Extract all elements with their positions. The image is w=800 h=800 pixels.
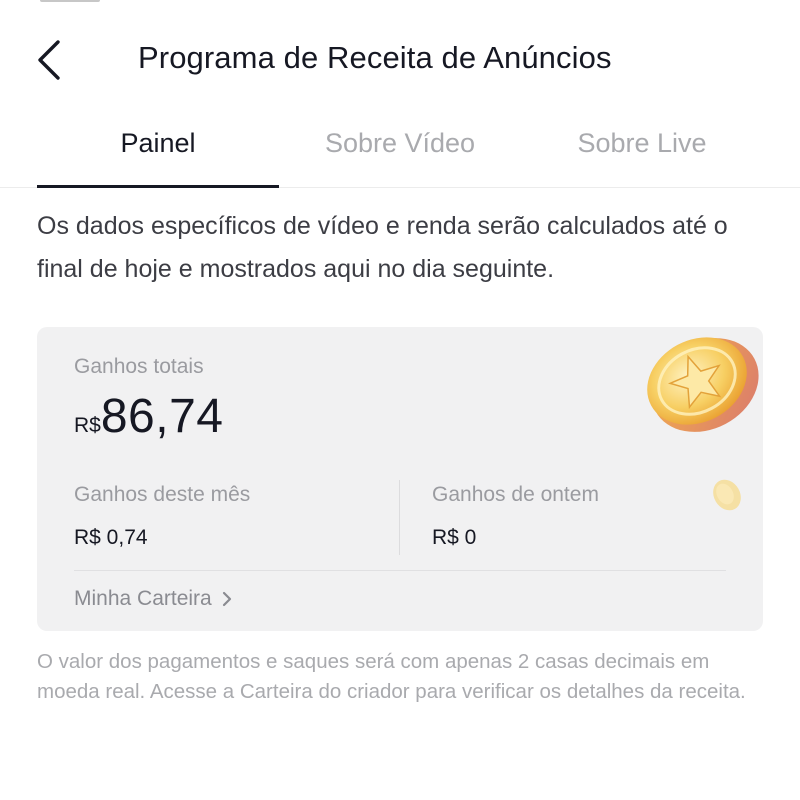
tab-painel[interactable]: Painel <box>37 128 279 159</box>
my-wallet-link[interactable]: Minha Carteira <box>74 587 234 611</box>
yesterday-earnings-label: Ganhos de ontem <box>432 483 599 506</box>
tab-sobre-live[interactable]: Sobre Live <box>521 128 763 159</box>
total-earnings-label: Ganhos totais <box>74 355 204 378</box>
payment-info-note: O valor dos pagamentos e saques será com… <box>37 650 746 703</box>
month-earnings-value: R$ 0,74 <box>74 526 148 549</box>
month-earnings-label: Ganhos deste mês <box>74 483 251 506</box>
stats-divider <box>399 480 400 555</box>
total-earnings-amount: R$86,74 <box>74 389 223 444</box>
back-chevron-icon <box>38 40 60 80</box>
total-earnings-value: 86,74 <box>100 390 224 443</box>
currency-symbol: R$ <box>74 414 101 437</box>
chevron-right-icon <box>222 591 231 607</box>
gold-coin-icon <box>647 337 759 432</box>
my-wallet-label: Minha Carteira <box>74 587 212 610</box>
tab-bar: Painel Sobre Vídeo Sobre Live <box>0 118 800 188</box>
data-update-notice: Os dados específicos de vídeo e renda se… <box>37 212 728 283</box>
top-bar: Programa de Receita de Anúncios <box>0 28 800 92</box>
tab-sobre-video[interactable]: Sobre Vídeo <box>279 128 521 159</box>
status-bar <box>0 0 800 8</box>
page-title: Programa de Receita de Anúncios <box>138 40 612 75</box>
status-icons <box>554 0 744 2</box>
active-tab-indicator <box>37 185 279 188</box>
earnings-card: Ganhos totais R$86,74 Ganhos deste mês R… <box>37 327 763 631</box>
yesterday-earnings-value: R$ 0 <box>432 526 477 549</box>
card-divider <box>74 570 726 571</box>
revenue-program-page: Programa de Receita de Anúncios Painel S… <box>0 0 800 800</box>
small-coin-icon <box>713 479 741 511</box>
status-clock-remnant <box>40 0 100 2</box>
back-button[interactable] <box>30 36 70 84</box>
